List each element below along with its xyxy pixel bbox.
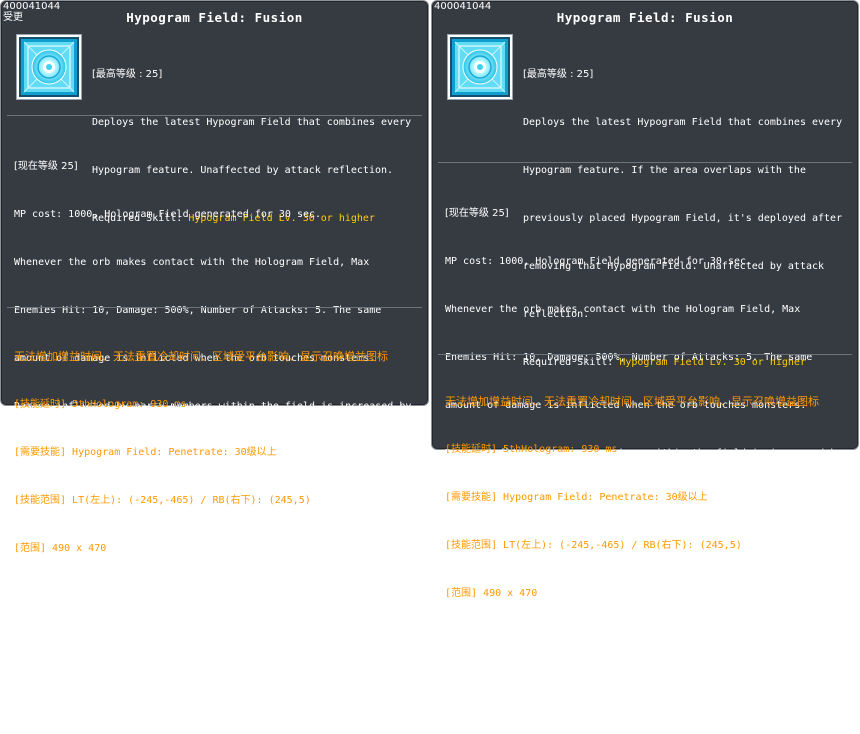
divider (7, 307, 422, 308)
skill-range: [技能范围] LT(左上): (-245,-465) / RB(右下): (24… (445, 540, 742, 551)
skill-delay: [技能延时] 5thHologram: 930 ms (445, 444, 618, 455)
extra-info-line: 无法增加增益时间、无法重置冷却时间、区域受平台影响、显示召唤增益图标 (445, 395, 819, 408)
divider (438, 162, 852, 163)
effect-line: inside the field. (14, 593, 117, 604)
range-size: [范围] 490 x 470 (14, 543, 107, 554)
cooldown-line: Cooldown: 90 sec (445, 688, 542, 699)
cooldown-line: Cooldown: 90 sec (14, 641, 111, 652)
skill-delay: [技能延时] 5thHologram: 930 ms (14, 399, 187, 410)
required-skill-info: [需要技能] Hypogram Field: Penetrate: 30级以上 (14, 447, 277, 458)
skill-tooltip-right: 400041044 Hypogram Field: Fusion [最高等级 :… (431, 0, 859, 699)
current-level-header: [现在等级 25] (14, 161, 78, 172)
effect-line: inside the field. (445, 640, 548, 651)
effect-line: Whenever the orb makes contact with the … (445, 304, 801, 315)
divider (438, 354, 852, 355)
hypogram-field-fusion-icon (19, 37, 79, 97)
effect-line: Whenever the orb makes contact with the … (14, 257, 370, 268)
description-line: Deploys the latest Hypogram Field that c… (523, 117, 843, 128)
skill-title: Hypogram Field: Fusion (556, 10, 734, 25)
skill-title: Hypogram Field: Fusion (126, 10, 303, 25)
divider (7, 115, 422, 116)
skill-range: [技能范围] LT(左上): (-245,-465) / RB(右下): (24… (14, 495, 311, 506)
required-skill-info: [需要技能] Hypogram Field: Penetrate: 30级以上 (445, 492, 708, 503)
max-level-header: [最高等级 : 25] (92, 69, 163, 80)
skill-tooltip-left: 400041044 受更 Hypogram Field: Fusion [最高等… (0, 0, 429, 652)
range-size: [范围] 490 x 470 (445, 588, 538, 599)
extra-info: 无法增加增益时间、无法重置冷却时间、区域受平台影响、显示召唤增益图标 [技能延时… (14, 317, 424, 589)
effect-line: MP cost: 1000, Hologram Field generated … (14, 209, 322, 220)
hypogram-field-fusion-icon (450, 37, 510, 97)
skill-icon-frame (447, 34, 513, 100)
current-level-header: [现在等级 25] (445, 208, 509, 219)
skill-icon-frame (16, 34, 82, 100)
extra-info-line: 无法增加增益时间、无法重置冷却时间、区域受平台影响、显示召唤增益图标 (14, 350, 388, 363)
effect-line: MP cost: 1000, Hologram Field generated … (445, 256, 753, 267)
max-level-header: [最高等级 : 25] (523, 69, 594, 80)
extra-info: 无法增加增益时间、无法重置冷却时间、区域受平台影响、显示召唤增益图标 [技能延时… (445, 362, 855, 634)
